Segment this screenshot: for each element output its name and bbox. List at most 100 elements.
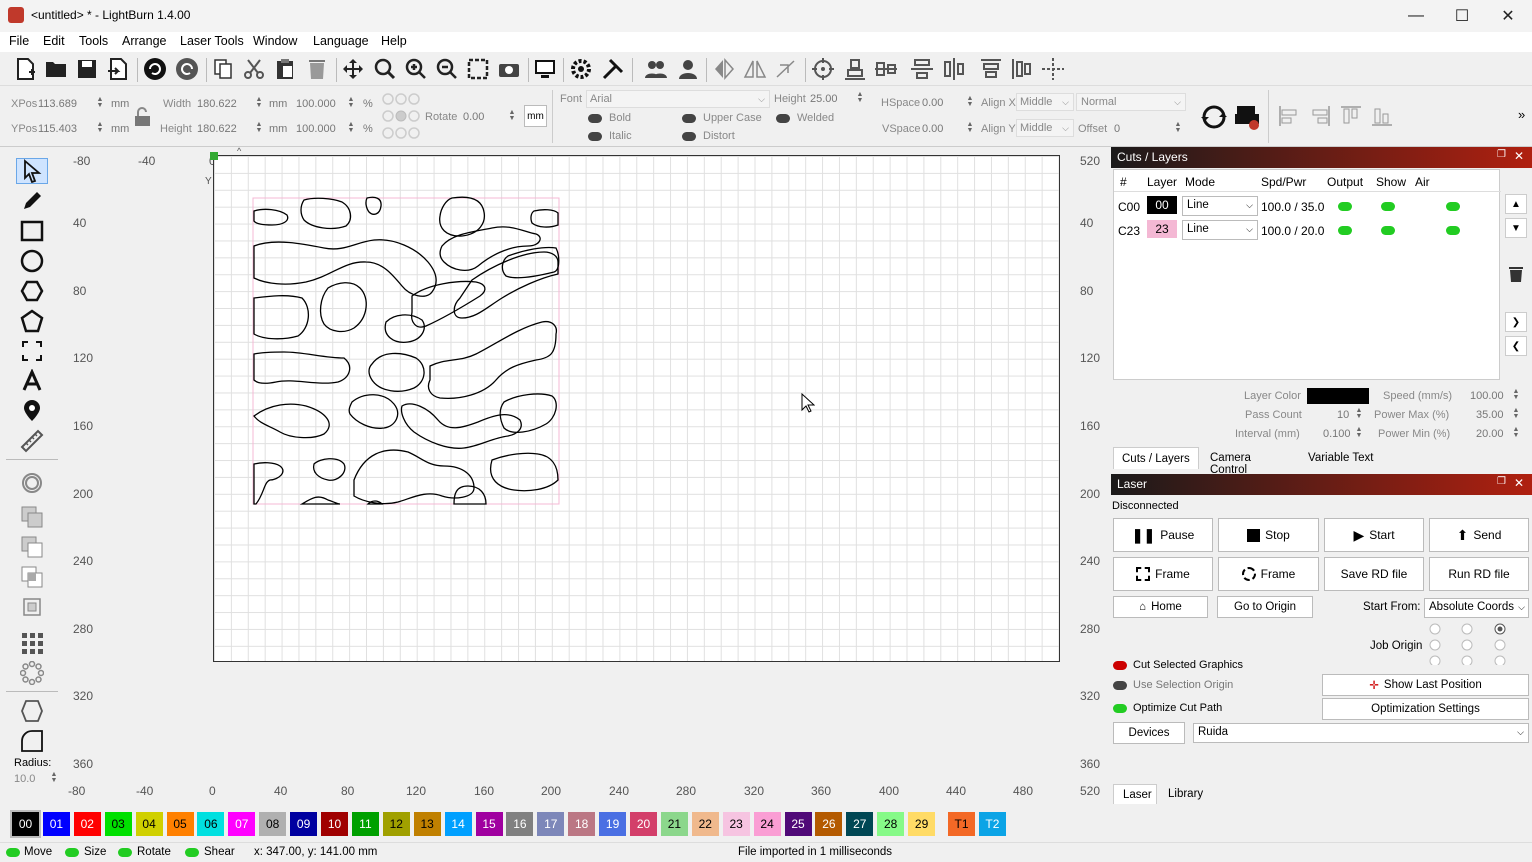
palette-swatch-16[interactable]: 16	[506, 812, 534, 836]
laser-bed-workspace[interactable]	[210, 152, 1060, 662]
start-button[interactable]: ▶ Start	[1324, 518, 1424, 552]
mode-select[interactable]: Line ⌵	[1182, 220, 1258, 240]
save-rd-button[interactable]: Save RD file	[1324, 557, 1424, 591]
collapse-panel-button[interactable]: ❮	[1505, 336, 1527, 356]
tab-variable-text[interactable]: Variable Text	[1301, 448, 1391, 468]
size-toggle[interactable]	[65, 848, 79, 857]
palette-swatch-19[interactable]: 19	[599, 812, 627, 836]
palette-swatch-t2[interactable]: T2	[978, 812, 1006, 836]
align-centers-icon[interactable]	[810, 56, 836, 82]
boolean-union-icon[interactable]	[16, 504, 48, 530]
boolean-difference-icon[interactable]	[16, 534, 48, 560]
palette-swatch-20[interactable]: 20	[630, 812, 657, 836]
polygon-tool-icon[interactable]	[16, 278, 48, 304]
show-last-position-button[interactable]: ✛ Show Last Position	[1322, 674, 1529, 696]
interval-field[interactable]: 0.100	[1323, 428, 1351, 440]
speed-field[interactable]: 100.00	[1470, 390, 1504, 402]
pass-count-field[interactable]: 10	[1337, 409, 1349, 421]
zoom-out-icon[interactable]	[434, 56, 460, 82]
print-and-cut-icon[interactable]	[1233, 103, 1261, 131]
upper-case-toggle[interactable]	[682, 114, 696, 123]
monitor-icon[interactable]	[532, 56, 558, 82]
offset-field[interactable]: 0	[1114, 123, 1120, 135]
ypos-field[interactable]: 115.403	[38, 123, 77, 135]
palette-swatch-26[interactable]: 26	[815, 812, 843, 836]
palette-swatch-22[interactable]: 22	[691, 812, 719, 836]
menu-help[interactable]: Help	[381, 34, 407, 48]
align-y-select[interactable]: Middle ⌵	[1016, 119, 1074, 137]
corner-radius-icon[interactable]	[16, 728, 48, 754]
font-height-field[interactable]: 25.00	[810, 93, 838, 105]
tabs-bridges-icon[interactable]	[16, 698, 48, 724]
distribute-horizontal-icon[interactable]	[941, 56, 967, 82]
cut-icon[interactable]	[241, 56, 267, 82]
start-from-select[interactable]: Absolute Coords ⌵	[1424, 598, 1529, 618]
palette-swatch-25[interactable]: 25	[784, 812, 812, 836]
paste-icon[interactable]	[272, 56, 298, 82]
palette-swatch-21[interactable]: 21	[660, 812, 688, 836]
show-toggle[interactable]	[1381, 226, 1395, 235]
palette-swatch-28[interactable]: 28	[877, 812, 905, 836]
palette-swatch-10[interactable]: 10	[321, 812, 348, 836]
ungroup-icon[interactable]	[675, 56, 701, 82]
offset-shapes-icon[interactable]	[16, 338, 48, 364]
palette-swatch-11[interactable]: 11	[351, 812, 379, 836]
power-max-field[interactable]: 35.00	[1476, 409, 1504, 421]
palette-swatch-13[interactable]: 13	[413, 812, 441, 836]
output-toggle[interactable]	[1338, 226, 1352, 235]
position-laser-icon[interactable]	[16, 398, 48, 424]
send-button[interactable]: ⬆ Send	[1429, 518, 1529, 552]
welded-toggle[interactable]	[776, 114, 790, 123]
text-tool-icon[interactable]	[16, 368, 48, 394]
palette-swatch-07[interactable]: 07	[228, 812, 256, 836]
cut-selected-toggle[interactable]	[1113, 661, 1127, 670]
job-origin-radio-grid[interactable]	[1427, 621, 1507, 665]
save-file-icon[interactable]	[74, 56, 100, 82]
menu-window[interactable]: Window	[253, 34, 297, 48]
minimize-button[interactable]: —	[1393, 0, 1439, 32]
zoom-in-icon[interactable]	[403, 56, 429, 82]
xpos-field[interactable]: 113.689	[38, 98, 77, 110]
close-laser-panel-icon[interactable]: ✕	[1514, 476, 1524, 490]
font-select[interactable]: Arial ⌵	[586, 90, 770, 108]
palette-swatch-27[interactable]: 27	[846, 812, 874, 836]
palette-swatch-05[interactable]: 05	[166, 812, 194, 836]
unit-toggle-button[interactable]: mm	[524, 105, 547, 127]
circular-array-icon[interactable]	[16, 660, 48, 686]
frame-round-button[interactable]: Frame	[1218, 557, 1319, 591]
align-bottom-icon[interactable]	[842, 56, 868, 82]
zoom-fit-icon[interactable]	[372, 56, 398, 82]
show-toggle[interactable]	[1381, 202, 1395, 211]
camouflage-pattern-graphic[interactable]	[252, 196, 562, 506]
toolbar-overflow-icon[interactable]: »	[1518, 107, 1525, 122]
table-row[interactable]: C00 00 Line ⌵ 100.0 / 35.0	[1114, 194, 1501, 218]
move-layer-up-button[interactable]: ▲	[1505, 194, 1527, 214]
tab-cuts-layers[interactable]: Cuts / Layers	[1113, 447, 1199, 469]
palette-swatch-17[interactable]: 17	[537, 812, 565, 836]
bold-toggle[interactable]	[588, 114, 602, 123]
device-settings-icon[interactable]	[600, 56, 626, 82]
table-row[interactable]: C23 23 Line ⌵ 100.0 / 20.0	[1114, 218, 1501, 242]
frame-rect-button[interactable]: Frame	[1113, 557, 1213, 591]
weld-shapes-icon[interactable]	[16, 594, 48, 620]
palette-swatch-00[interactable]: 00	[10, 810, 41, 838]
run-rd-button[interactable]: Run RD file	[1429, 557, 1529, 591]
palette-swatch-24[interactable]: 24	[753, 812, 781, 836]
lock-ratio-icon[interactable]	[134, 107, 151, 127]
palette-swatch-12[interactable]: 12	[382, 812, 410, 836]
palette-swatch-29[interactable]: 29	[908, 812, 936, 836]
measure-tool-icon[interactable]	[16, 428, 48, 454]
power-min-field[interactable]: 20.00	[1476, 428, 1504, 440]
palette-swatch-08[interactable]: 08	[259, 812, 287, 836]
boolean-intersect-icon[interactable]	[16, 564, 48, 590]
tab-camera-control[interactable]: Camera Control	[1203, 448, 1293, 476]
rotate-field[interactable]: 0.00	[463, 111, 484, 123]
maximize-button[interactable]: ☐	[1439, 0, 1485, 32]
menu-language[interactable]: Language	[313, 34, 369, 48]
radius-field[interactable]: 10.0	[14, 773, 35, 785]
menu-tools[interactable]: Tools	[79, 34, 108, 48]
italic-toggle[interactable]	[588, 132, 602, 141]
palette-swatch-02[interactable]: 02	[73, 812, 101, 836]
ellipse-tool-icon[interactable]	[16, 248, 48, 274]
mode-select[interactable]: Line ⌵	[1182, 196, 1258, 216]
